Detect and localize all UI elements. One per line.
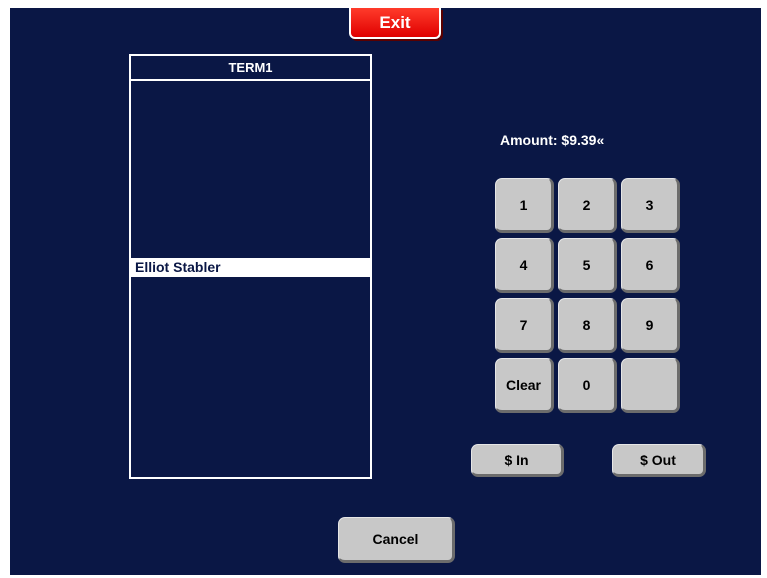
exit-button[interactable]: Exit — [349, 8, 441, 39]
key-clear[interactable]: Clear — [495, 358, 554, 413]
cancel-button[interactable]: Cancel — [338, 517, 455, 563]
key-3[interactable]: 3 — [621, 178, 680, 233]
key-4[interactable]: 4 — [495, 238, 554, 293]
key-8[interactable]: 8 — [558, 298, 617, 353]
key-2[interactable]: 2 — [558, 178, 617, 233]
panel-title: TERM1 — [131, 56, 370, 81]
key-9[interactable]: 9 — [621, 298, 680, 353]
cash-out-button[interactable]: $ Out — [612, 444, 706, 477]
terminal-panel: TERM1 Elliot Stabler — [129, 54, 372, 479]
cash-in-button[interactable]: $ In — [471, 444, 564, 477]
list-item-selected[interactable]: Elliot Stabler — [131, 258, 370, 277]
key-0[interactable]: 0 — [558, 358, 617, 413]
key-blank[interactable] — [621, 358, 680, 413]
key-7[interactable]: 7 — [495, 298, 554, 353]
key-6[interactable]: 6 — [621, 238, 680, 293]
key-1[interactable]: 1 — [495, 178, 554, 233]
key-5[interactable]: 5 — [558, 238, 617, 293]
amount-display: Amount: $9.39« — [500, 132, 605, 148]
terminal-screen: Exit TERM1 Elliot Stabler Amount: $9.39«… — [10, 8, 761, 575]
